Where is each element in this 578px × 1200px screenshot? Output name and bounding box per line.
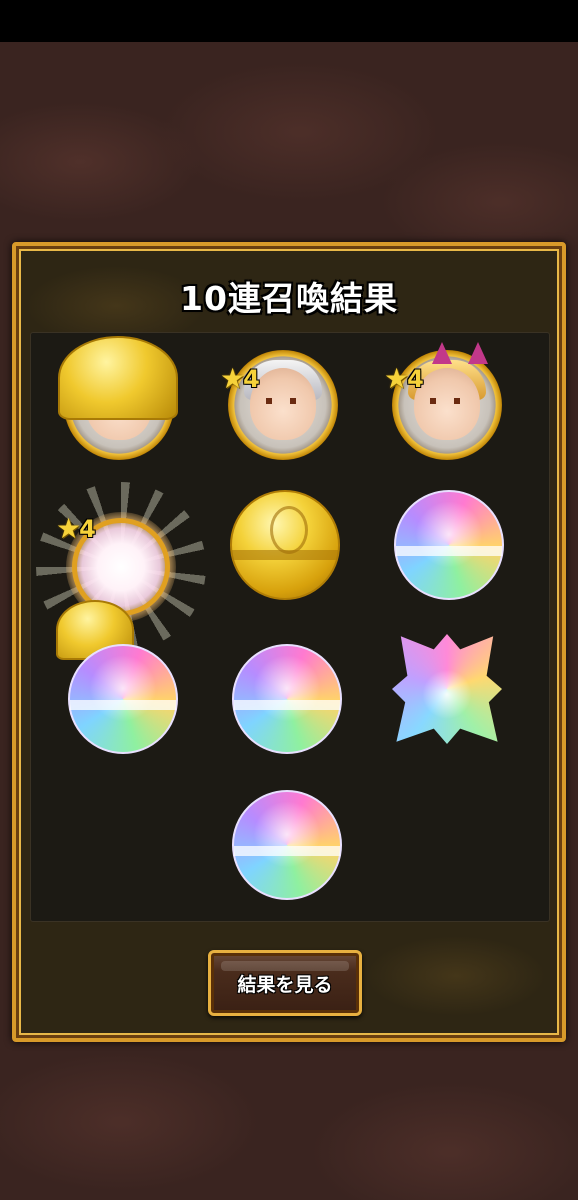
view-results-button[interactable]: 結果を見る [208,950,362,1016]
rarity-badge: ★ 4 [56,512,96,545]
result-slot-5[interactable] [230,490,340,600]
star-icon: ★ [384,362,410,395]
result-slot-1[interactable] [58,336,178,460]
result-slot-7[interactable] [56,600,178,754]
gold-capsule-icon [230,490,340,600]
rarity-badge: ★ 4 [220,362,260,395]
star-icon: ★ [56,512,82,545]
rainbow-crest-capsule-icon [392,634,502,744]
result-slot-3[interactable]: ★ 4 [384,342,502,460]
result-slot-10[interactable] [232,790,342,900]
rarity-badge: ★ 4 [384,362,424,395]
view-results-label: 結果を見る [237,973,333,996]
result-slot-6[interactable] [394,490,504,600]
rainbow-capsule-icon [232,790,342,900]
ear-icon [468,342,488,364]
rainbow-capsule-icon [232,644,342,754]
dialog-title: 10連召喚結果 [180,279,398,318]
result-slot-2[interactable]: ★ 4 [220,350,338,460]
ear-icon [432,342,452,364]
result-slot-9[interactable] [392,634,502,744]
result-slot-8[interactable] [232,644,342,754]
gold-capsule-shell-icon [58,336,178,420]
rainbow-capsule-icon [68,644,178,754]
star-icon: ★ [220,362,246,395]
rainbow-capsule-icon [394,490,504,600]
status-bar [0,0,578,42]
